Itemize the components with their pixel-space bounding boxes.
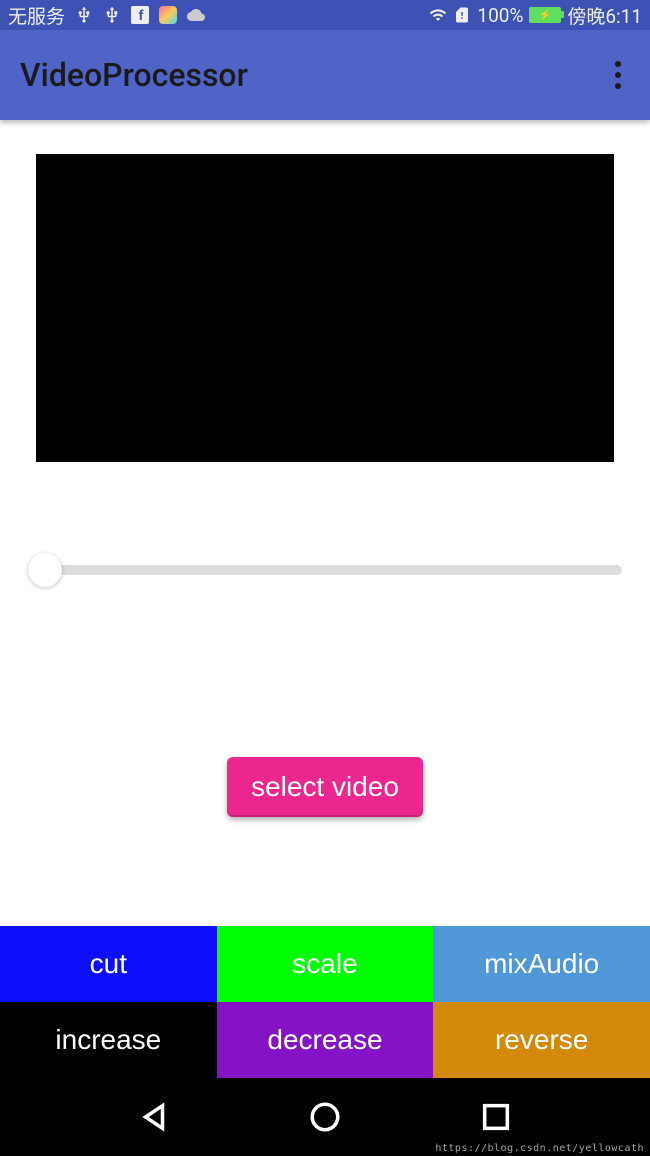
watermark-text: https://blog.csdn.net/yellowcath (435, 1143, 644, 1154)
facebook-icon: f (131, 6, 149, 24)
mixaudio-button[interactable]: mixAudio (433, 926, 650, 1002)
increase-button[interactable]: increase (0, 1002, 217, 1078)
cloud-icon (187, 6, 205, 24)
select-container: select video (0, 648, 650, 926)
video-seek-slider[interactable] (28, 552, 622, 588)
app-bar: VideoProcessor (0, 30, 650, 120)
home-button[interactable] (308, 1100, 342, 1134)
select-video-button[interactable]: select video (227, 757, 423, 817)
back-button[interactable] (137, 1100, 171, 1134)
cut-button[interactable]: cut (0, 926, 217, 1002)
gallery-icon (159, 6, 177, 24)
video-preview[interactable] (36, 154, 614, 462)
slider-track (28, 565, 622, 575)
content-area: select video cut scale mixAudio increase… (0, 120, 650, 1078)
battery-percent: 100% (477, 4, 523, 27)
app-title: VideoProcessor (20, 56, 248, 94)
battery-icon: ⚡ (529, 7, 561, 23)
service-text: 无服务 (8, 2, 65, 29)
wifi-icon (429, 6, 447, 24)
usb-icon-2 (103, 6, 121, 24)
overflow-menu-icon[interactable] (606, 55, 630, 95)
action-grid: cut scale mixAudio increase decrease rev… (0, 926, 650, 1078)
recents-button[interactable] (479, 1100, 513, 1134)
usb-icon (75, 6, 93, 24)
navigation-bar: https://blog.csdn.net/yellowcath (0, 1078, 650, 1156)
status-bar: 无服务 f 100% ⚡ 傍晚6:11 (0, 0, 650, 30)
reverse-button[interactable]: reverse (433, 1002, 650, 1078)
status-right: 100% ⚡ 傍晚6:11 (429, 2, 642, 29)
scale-button[interactable]: scale (217, 926, 434, 1002)
status-left: 无服务 f (8, 2, 205, 29)
time-text: 傍晚6:11 (567, 2, 642, 29)
decrease-button[interactable]: decrease (217, 1002, 434, 1078)
sim-alert-icon (453, 6, 471, 24)
slider-thumb[interactable] (28, 553, 62, 587)
